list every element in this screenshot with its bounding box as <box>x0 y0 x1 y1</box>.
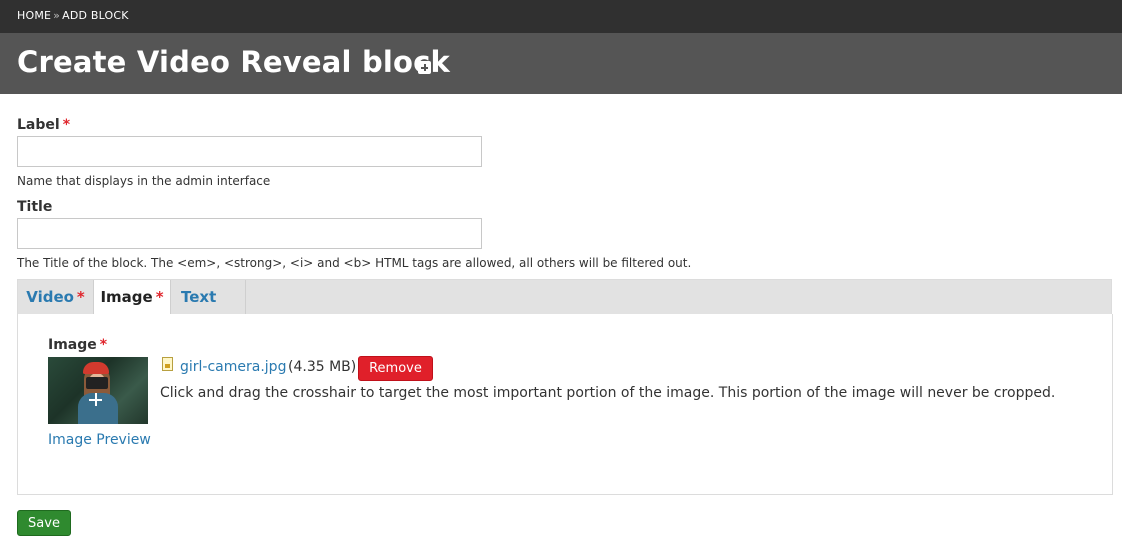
image-field-label-text: Image <box>48 337 97 353</box>
title-input[interactable] <box>17 218 482 249</box>
file-name-link[interactable]: girl-camera.jpg <box>180 359 286 375</box>
breadcrumb: HOME» ADD BLOCK <box>17 9 129 22</box>
save-button[interactable]: Save <box>17 510 71 536</box>
breadcrumb-separator: » <box>53 9 61 22</box>
image-thumbnail[interactable] <box>48 357 148 424</box>
page-header: Create Video Reveal block <box>0 33 1122 94</box>
focal-point-help-text: Click and drag the crosshair to target t… <box>160 385 1056 401</box>
required-marker: * <box>155 288 164 306</box>
thumbnail-camera <box>86 377 108 389</box>
required-marker: * <box>76 288 85 306</box>
image-file-icon <box>162 357 173 371</box>
image-field-label: Image * <box>48 337 107 353</box>
thumbnail-figure-hat <box>83 362 109 374</box>
page-title: Create Video Reveal block <box>17 45 451 79</box>
tab-text[interactable]: Text <box>171 280 245 315</box>
tab-bar: Video * Image * Text <box>17 279 1112 315</box>
tab-panel <box>17 314 1113 495</box>
tab-video-label: Video <box>26 288 74 306</box>
label-field-label-text: Label <box>17 117 60 133</box>
label-field-description: Name that displays in the admin interfac… <box>17 174 271 188</box>
file-size: (4.35 MB) <box>288 359 357 375</box>
required-marker: * <box>99 337 108 353</box>
required-marker: * <box>62 117 71 133</box>
remove-button[interactable]: Remove <box>358 356 433 381</box>
top-bar: HOME» ADD BLOCK <box>0 0 1122 33</box>
breadcrumb-home-link[interactable]: HOME <box>17 9 51 22</box>
add-shortcut-icon[interactable] <box>418 61 431 74</box>
title-field-label: Title <box>17 199 53 215</box>
tab-video[interactable]: Video * <box>18 280 93 315</box>
tab-image-label: Image <box>100 288 153 306</box>
crosshair-icon[interactable] <box>89 393 102 406</box>
image-preview-link[interactable]: Image Preview <box>48 432 151 448</box>
breadcrumb-add-block-link[interactable]: ADD BLOCK <box>62 9 129 22</box>
label-field-label: Label * <box>17 117 70 133</box>
title-field-description: The Title of the block. The <em>, <stron… <box>17 256 692 270</box>
tab-divider <box>245 280 246 315</box>
tab-image[interactable]: Image * <box>94 280 170 315</box>
label-input[interactable] <box>17 136 482 167</box>
tab-text-label: Text <box>181 288 217 306</box>
